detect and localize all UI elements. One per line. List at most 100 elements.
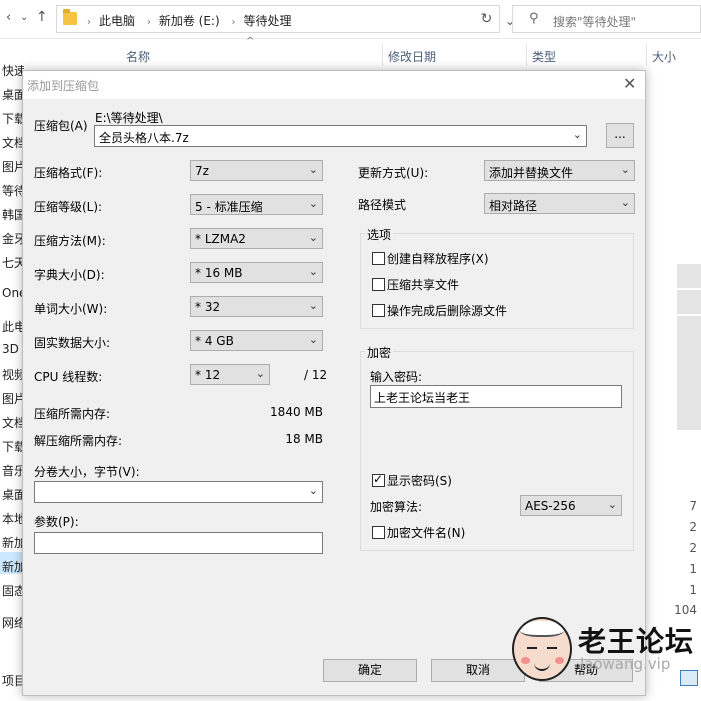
nav-item[interactable]: 网络 xyxy=(2,614,24,631)
breadcrumb: › 此电脑 › 新加卷 (E:) › 等待处理 xyxy=(83,12,296,29)
word-size-select[interactable]: * 32 ⌄ xyxy=(190,296,323,317)
encrypt-names-label[interactable]: 加密文件名(N) xyxy=(387,524,465,541)
recent-chevron-icon[interactable]: ⌄ xyxy=(20,12,28,23)
nav-item[interactable]: 七天 xyxy=(2,254,24,271)
path-mode-select[interactable]: 相对路径 ⌄ xyxy=(484,193,635,214)
nav-item[interactable]: 桌面 xyxy=(2,86,24,103)
sfx-checkbox[interactable] xyxy=(372,252,385,265)
sfx-label[interactable]: 创建自释放程序(X) xyxy=(387,250,489,267)
file-row-selected[interactable] xyxy=(677,316,701,430)
delete-source-label[interactable]: 操作完成后删除源文件 xyxy=(387,302,507,319)
up-arrow-icon[interactable]: ↑ xyxy=(36,9,48,25)
column-header-size[interactable]: 大小 xyxy=(652,48,676,65)
column-header-type[interactable]: 类型 xyxy=(532,48,556,65)
nav-item[interactable]: OneD xyxy=(2,286,24,300)
close-icon[interactable]: ✕ xyxy=(623,74,636,93)
nav-item[interactable]: 文档 xyxy=(2,134,24,151)
breadcrumb-item[interactable]: 此电脑 xyxy=(99,14,135,28)
level-select[interactable]: 5 - 标准压缩 ⌄ xyxy=(190,194,323,215)
delete-source-checkbox[interactable] xyxy=(372,304,385,317)
params-label: 参数(P): xyxy=(34,515,79,529)
refresh-icon[interactable]: ↻ xyxy=(474,5,500,33)
dialog-title: 添加到压缩包 xyxy=(27,79,100,93)
watermark-avatar-logo xyxy=(512,617,572,681)
shared-files-label[interactable]: 压缩共享文件 xyxy=(387,276,459,293)
solid-size-select[interactable]: * 4 GB ⌄ xyxy=(190,330,323,351)
split-size-label: 分卷大小，字节(V): xyxy=(34,465,140,479)
nav-item[interactable]: 金牙 xyxy=(2,230,24,247)
nav-item[interactable]: 图片 xyxy=(2,158,24,175)
nav-item[interactable]: 下载 xyxy=(2,110,24,127)
column-divider[interactable] xyxy=(646,44,647,66)
breadcrumb-item[interactable]: 新加卷 (E:) xyxy=(159,14,220,28)
nav-item[interactable]: 音乐 xyxy=(2,462,24,479)
update-mode-value: 添加并替换文件 xyxy=(489,166,574,180)
chevron-down-icon: ⌄ xyxy=(255,367,265,380)
level-label: 压缩等级(L): xyxy=(34,200,103,214)
nav-item[interactable]: 快速访问 xyxy=(2,62,24,79)
nav-item[interactable]: 图片 xyxy=(2,390,24,407)
encrypt-names-checkbox[interactable] xyxy=(372,526,385,539)
show-password-checkbox[interactable]: ✓ xyxy=(372,472,385,487)
nav-item[interactable]: 文档 xyxy=(2,414,24,431)
watermark-title: 老王论坛 xyxy=(578,625,695,658)
word-size-label: 单词大小(W): xyxy=(34,302,108,316)
nav-item[interactable]: 3D xyxy=(2,342,19,356)
encryption-method-value: AES-256 xyxy=(525,499,576,513)
breadcrumb-item[interactable]: 等待处理 xyxy=(243,14,291,28)
nav-item[interactable]: 新加 xyxy=(2,534,24,551)
address-bar[interactable]: › 此电脑 › 新加卷 (E:) › 等待处理 ⌄ xyxy=(56,5,515,33)
encryption-method-select[interactable]: AES-256 ⌄ xyxy=(520,495,622,516)
chevron-down-icon[interactable]: ⌄ xyxy=(309,484,318,497)
file-size: 2 xyxy=(689,541,697,555)
password-input[interactable]: 上老王论坛当老王 xyxy=(370,385,622,408)
column-header-date[interactable]: 修改日期 xyxy=(388,48,436,65)
dialog-titlebar[interactable]: 添加到压缩包 ✕ xyxy=(23,71,645,99)
format-select[interactable]: 7z ⌄ xyxy=(190,160,323,181)
details-view-icon[interactable] xyxy=(680,670,698,686)
nav-item[interactable]: 桌面 xyxy=(2,486,24,503)
nav-item[interactable]: 等待 xyxy=(2,182,24,199)
update-mode-select[interactable]: 添加并替换文件 ⌄ xyxy=(484,160,635,181)
back-arrow-icon[interactable]: ‹ xyxy=(6,10,11,25)
search-icon: ⚲ xyxy=(529,11,539,26)
password-label: 输入密码: xyxy=(370,370,423,384)
sort-ascending-icon: ^ xyxy=(246,36,255,47)
show-password-label[interactable]: 显示密码(S) xyxy=(387,472,452,489)
split-size-combobox[interactable]: ⌄ xyxy=(34,481,323,503)
column-divider[interactable] xyxy=(526,44,527,66)
ok-button[interactable]: 确定 xyxy=(323,659,417,682)
nav-item[interactable]: 韩国 xyxy=(2,206,24,223)
solid-size-label: 固实数据大小: xyxy=(34,336,111,350)
update-mode-label: 更新方式(U): xyxy=(358,166,429,180)
browse-button[interactable]: ... xyxy=(606,123,634,148)
add-to-archive-dialog: 添加到压缩包 ✕ 压缩包(A) E:\等待处理\ 全员头格八本.7z ⌄ ...… xyxy=(22,70,646,696)
shared-files-checkbox[interactable] xyxy=(372,278,385,291)
archive-name-combobox[interactable]: 全员头格八本.7z ⌄ xyxy=(94,125,587,147)
chevron-down-icon: ⌄ xyxy=(308,265,318,278)
nav-item[interactable]: 下载 xyxy=(2,438,24,455)
cpu-threads-select[interactable]: * 12 ⌄ xyxy=(190,364,270,385)
chevron-down-icon[interactable]: ⌄ xyxy=(573,128,582,141)
options-title: 选项 xyxy=(365,226,394,243)
column-divider[interactable] xyxy=(382,44,383,66)
nav-item[interactable]: 新加 xyxy=(2,558,24,575)
nav-item[interactable]: 本地 xyxy=(2,510,24,527)
file-row-selected[interactable] xyxy=(677,290,701,314)
logo-eye xyxy=(527,647,537,649)
logo-cheek xyxy=(521,657,530,664)
format-value: 7z xyxy=(195,164,209,178)
chevron-down-icon: ⌄ xyxy=(308,163,318,176)
cancel-button[interactable]: 取消 xyxy=(431,659,525,682)
chevron-down-icon: ⌄ xyxy=(607,498,617,511)
nav-item[interactable]: 视频 xyxy=(2,366,24,383)
method-select[interactable]: * LZMA2 ⌄ xyxy=(190,228,323,249)
dictionary-select[interactable]: * 16 MB ⌄ xyxy=(190,262,323,283)
column-header-name[interactable]: 名称 xyxy=(126,48,150,65)
nav-item[interactable]: 固态 xyxy=(2,582,24,599)
folder-icon xyxy=(63,9,77,25)
nav-item[interactable]: 此电脑 xyxy=(2,318,24,335)
search-box[interactable]: ⚲ 搜索"等待处理" xyxy=(512,5,701,33)
file-row-selected[interactable] xyxy=(677,264,701,288)
params-input[interactable] xyxy=(34,532,323,554)
